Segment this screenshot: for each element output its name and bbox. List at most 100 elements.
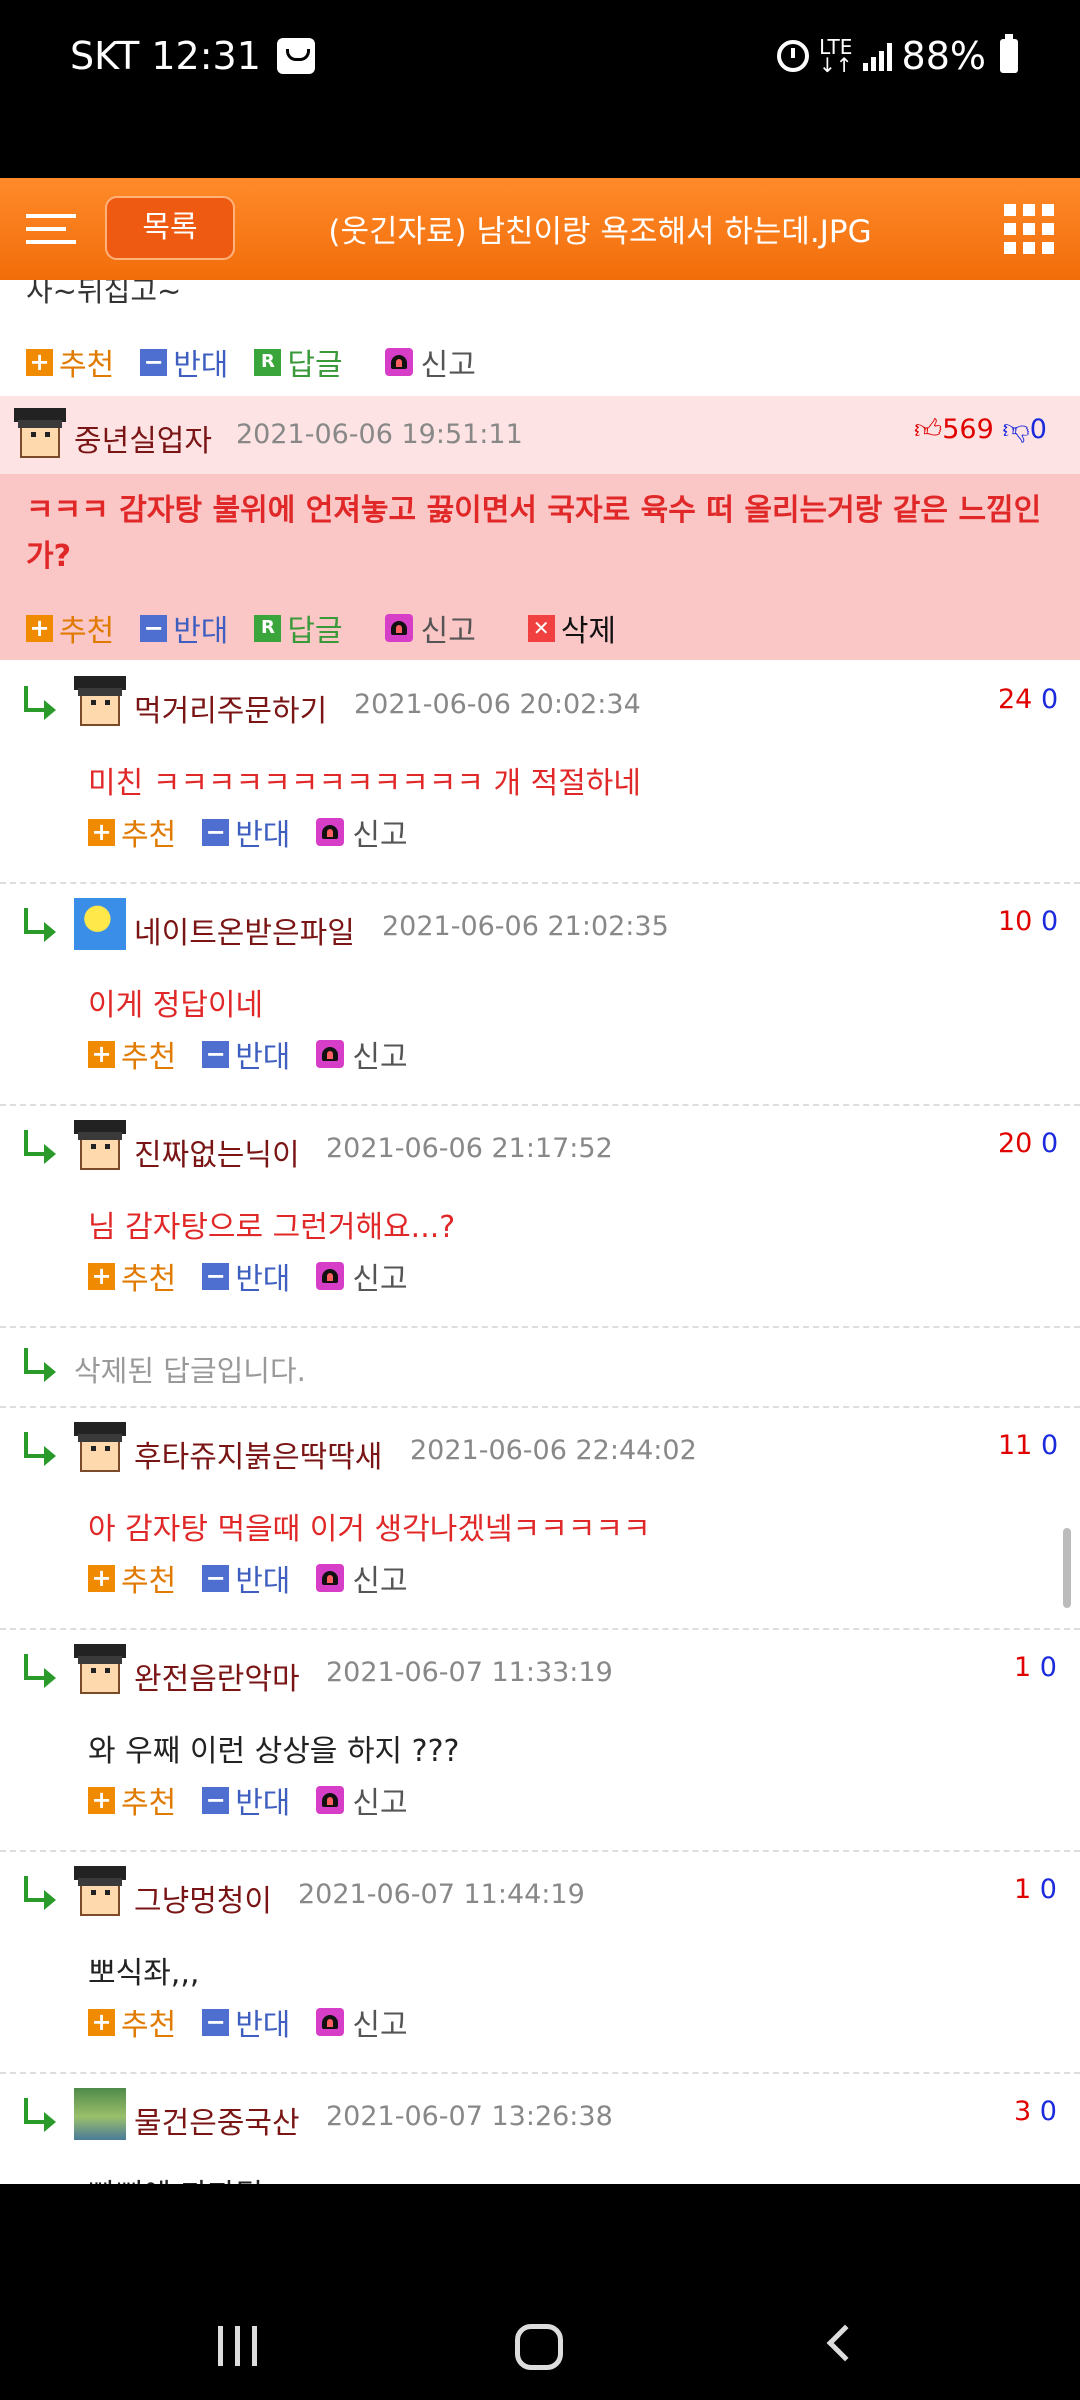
plus-icon: + bbox=[88, 1262, 115, 1290]
reply-item: 네이트온받은파일 2021-06-06 21:02:35 10 0 이게 정답이… bbox=[0, 884, 1080, 1106]
oppose-button[interactable]: − 반대 bbox=[202, 810, 290, 854]
minus-icon: − bbox=[202, 1262, 230, 1290]
minus-icon: − bbox=[140, 348, 168, 376]
menu-icon[interactable] bbox=[26, 214, 76, 246]
oppose-button[interactable]: − 반대 bbox=[202, 2000, 290, 2044]
oppose-button[interactable]: − 반대 bbox=[140, 340, 228, 384]
reply-arrow-icon bbox=[24, 1130, 58, 1164]
reply-item: 완전음란악마 2021-06-07 11:33:19 1 0 와 우째 이런 상… bbox=[0, 1630, 1080, 1852]
reply-item: 먹거리주문하기 2021-06-06 20:02:34 24 0 미친 ㅋㅋㅋㅋ… bbox=[0, 662, 1080, 884]
siren-icon bbox=[316, 2008, 345, 2036]
recommend-button[interactable]: + 추천 bbox=[26, 340, 114, 384]
reply-button[interactable]: R 답글 bbox=[254, 606, 343, 650]
battery-percent: 88% bbox=[901, 34, 986, 78]
comment-date: 2021-06-07 13:26:38 bbox=[326, 2101, 613, 2132]
recent-apps-icon[interactable] bbox=[218, 2326, 258, 2366]
back-icon[interactable] bbox=[826, 2324, 864, 2362]
commenter-nick[interactable]: 네이트온받은파일 bbox=[134, 908, 355, 952]
vote-counts: 3 0 bbox=[1014, 2096, 1057, 2127]
alarm-icon bbox=[777, 40, 810, 72]
vote-counts: 20 0 bbox=[998, 1128, 1059, 1159]
report-button[interactable]: 신고 bbox=[316, 2000, 408, 2044]
oppose-button[interactable]: − 반대 bbox=[202, 1556, 290, 1600]
commenter-nick[interactable]: 후타쥬지붉은딱딱새 bbox=[134, 1432, 382, 1476]
vote-counts: 👍︎569 👎︎0 bbox=[914, 414, 1047, 445]
recommend-button[interactable]: + 추천 bbox=[88, 810, 176, 854]
report-button[interactable]: 신고 bbox=[316, 1778, 408, 1822]
home-icon[interactable] bbox=[515, 2324, 563, 2370]
signal-icon bbox=[862, 41, 892, 71]
commenter-nick[interactable]: 물건은중국산 bbox=[134, 2098, 300, 2142]
reply-actions: + 추천 − 반대 신고 bbox=[88, 810, 434, 854]
comment-date: 2021-06-06 22:44:02 bbox=[410, 1435, 697, 1466]
minus-icon: − bbox=[202, 818, 230, 846]
grid-menu-icon[interactable] bbox=[1004, 204, 1054, 254]
vote-counts: 1 0 bbox=[1014, 1874, 1057, 1905]
comment-date: 2021-06-07 11:33:19 bbox=[326, 1657, 613, 1688]
siren-icon bbox=[316, 1564, 345, 1592]
recommend-button[interactable]: + 추천 bbox=[88, 1778, 176, 1822]
commenter-nick[interactable]: 완전음란악마 bbox=[134, 1654, 300, 1698]
commenter-nick[interactable]: 중년실업자 bbox=[74, 416, 212, 460]
page-title: (웃긴자료) 남친이랑 욕조해서 하는데.JPG bbox=[328, 214, 872, 250]
report-button[interactable]: 신고 bbox=[316, 1254, 408, 1298]
comment-actions: + 추천 − 반대 R 답글 신고 bbox=[26, 340, 502, 384]
reply-actions: + 추천 − 반대 신고 bbox=[88, 1778, 434, 1822]
best-comment-text: ㅋㅋㅋ 감자탕 불위에 언져놓고 끓이면서 국자로 육수 떠 올리는거랑 같은 … bbox=[26, 493, 1042, 574]
plus-icon: + bbox=[88, 2008, 115, 2036]
oppose-button[interactable]: − 반대 bbox=[202, 1254, 290, 1298]
recommend-button[interactable]: + 추천 bbox=[88, 1254, 176, 1298]
system-nav-bar bbox=[0, 2184, 1080, 2400]
reply-text: 미친 ㅋㅋㅋㅋㅋㅋㅋㅋㅋㅋㅋㅋ 개 적절하네 bbox=[88, 766, 642, 801]
minus-icon: − bbox=[202, 1040, 230, 1068]
siren-icon bbox=[384, 348, 413, 376]
oppose-button[interactable]: − 반대 bbox=[202, 1778, 290, 1822]
scrollbar-thumb[interactable] bbox=[1063, 1528, 1071, 1608]
avatar bbox=[74, 1422, 126, 1474]
shopping-bag-icon bbox=[276, 38, 315, 74]
reply-item: 진짜없는닉이 2021-06-06 21:17:52 20 0 님 감자탕으로 … bbox=[0, 1106, 1080, 1328]
report-button[interactable]: 신고 bbox=[316, 1032, 408, 1076]
reply-text: 빠삐에 과자팀 bbox=[88, 2170, 263, 2184]
reply-arrow-icon bbox=[24, 1876, 58, 1910]
list-button[interactable]: 목록 bbox=[105, 196, 235, 260]
plus-icon: + bbox=[88, 1564, 115, 1592]
battery-icon bbox=[1000, 34, 1018, 73]
reply-actions: + 추천 − 반대 신고 bbox=[88, 1254, 434, 1298]
minus-icon: − bbox=[202, 1564, 230, 1592]
close-icon: ✕ bbox=[527, 614, 555, 642]
delete-button[interactable]: ✕ 삭제 bbox=[527, 606, 616, 650]
report-button[interactable]: 신고 bbox=[316, 1556, 408, 1600]
thumbs-down-icon: 👎︎ bbox=[1002, 414, 1030, 445]
siren-icon bbox=[316, 1786, 345, 1814]
reply-text: 아 감자탕 먹을때 이거 생각나겠넼ㅋㅋㅋㅋㅋ bbox=[88, 1512, 651, 1547]
reply-r-icon: R bbox=[254, 614, 282, 642]
comment-date: 2021-06-06 19:51:11 bbox=[236, 419, 523, 450]
comment-date: 2021-06-06 20:02:34 bbox=[354, 689, 641, 720]
plus-icon: + bbox=[26, 348, 53, 376]
thumbs-up-icon: 👍︎ bbox=[914, 414, 943, 445]
commenter-nick[interactable]: 그냥멍청이 bbox=[134, 1876, 272, 1920]
recommend-button[interactable]: + 추천 bbox=[88, 2000, 176, 2044]
oppose-button[interactable]: − 반대 bbox=[202, 1032, 290, 1076]
status-left: SKT 12:31 bbox=[70, 34, 315, 78]
reply-arrow-icon bbox=[24, 686, 58, 720]
reply-button[interactable]: R 답글 bbox=[254, 340, 343, 384]
report-button[interactable]: 신고 bbox=[384, 606, 476, 650]
report-button[interactable]: 신고 bbox=[316, 810, 408, 854]
commenter-nick[interactable]: 진짜없는닉이 bbox=[134, 1130, 300, 1174]
reply-text: 님 감자탕으로 그런거해요...? bbox=[88, 1210, 456, 1245]
avatar bbox=[74, 898, 126, 950]
commenter-nick[interactable]: 먹거리주문하기 bbox=[134, 686, 327, 730]
best-comment-actions: + 추천 − 반대 R 답글 신고 ✕ 삭제 bbox=[26, 606, 642, 650]
report-button[interactable]: 신고 bbox=[384, 340, 476, 384]
minus-icon: − bbox=[202, 1786, 230, 1814]
oppose-button[interactable]: − 반대 bbox=[140, 606, 228, 650]
recommend-button[interactable]: + 추천 bbox=[88, 1032, 176, 1076]
reply-actions: + 추천 − 반대 신고 bbox=[88, 1032, 434, 1076]
recommend-button[interactable]: + 추천 bbox=[88, 1556, 176, 1600]
comment-date: 2021-06-07 11:44:19 bbox=[298, 1879, 585, 1910]
best-comment-header: 중년실업자 2021-06-06 19:51:11 👍︎569 👎︎0 bbox=[0, 396, 1080, 474]
recommend-button[interactable]: + 추천 bbox=[26, 606, 114, 650]
avatar bbox=[74, 1120, 126, 1172]
